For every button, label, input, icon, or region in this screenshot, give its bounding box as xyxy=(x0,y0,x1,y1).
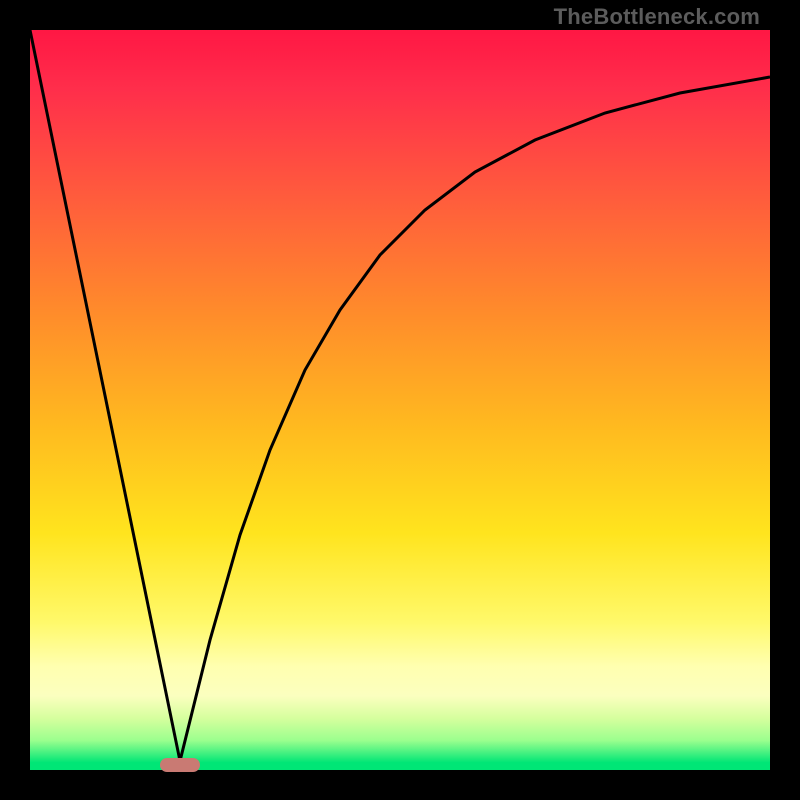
curve-left-branch xyxy=(30,30,180,761)
optimal-marker xyxy=(160,758,200,772)
bottleneck-curve-svg xyxy=(30,30,770,770)
curve-right-branch xyxy=(180,77,770,761)
watermark-text: TheBottleneck.com xyxy=(554,4,760,30)
